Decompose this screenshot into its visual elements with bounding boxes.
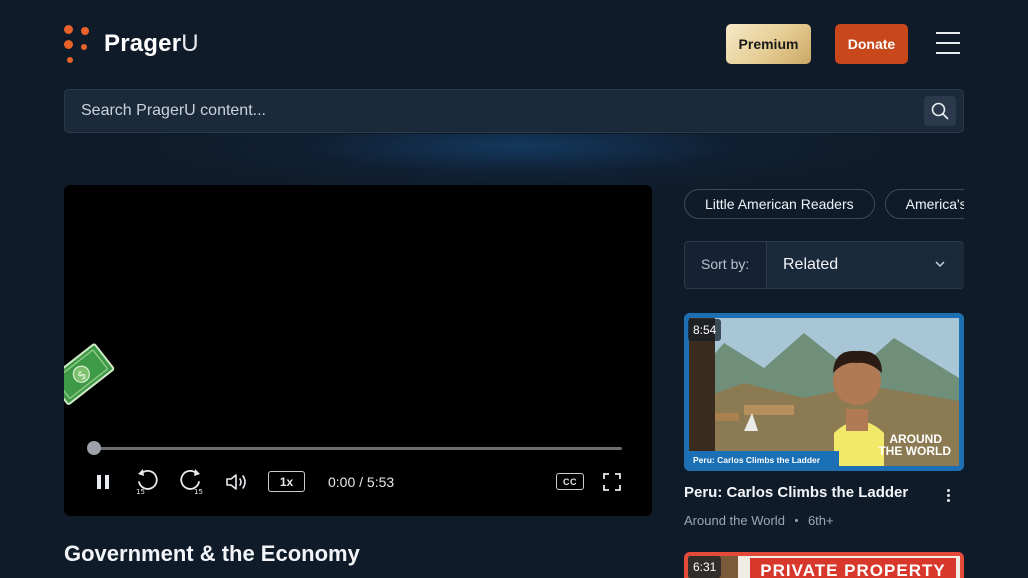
search-icon xyxy=(931,102,949,120)
thumbnail-image: Peru: Carlos Climbs the Ladder AROUND TH… xyxy=(684,313,964,471)
video-card-meta: Around the World 6th+ xyxy=(684,513,834,528)
hamburger-menu-icon[interactable] xyxy=(936,32,960,54)
sort-label: Sort by: xyxy=(701,256,750,272)
video-title: Government & the Economy xyxy=(64,541,360,566)
svg-text:15: 15 xyxy=(136,488,145,495)
progress-track[interactable] xyxy=(94,447,622,450)
captions-button[interactable]: CC xyxy=(556,473,584,490)
grade-level: 6th+ xyxy=(807,513,834,528)
thumbnail-image: PRIVATE PROPERTY xyxy=(684,552,964,578)
video-card-title[interactable]: Peru: Carlos Climbs the Ladder xyxy=(684,484,908,501)
more-options-icon[interactable] xyxy=(938,484,958,506)
chevron-down-icon xyxy=(935,261,945,268)
svg-text:THE WORLD: THE WORLD xyxy=(878,444,951,458)
premium-button[interactable]: Premium xyxy=(726,24,811,64)
sort-value: Related xyxy=(783,256,839,273)
video-player[interactable]: $ 15 15 1x 0:00 / 5:53 CC xyxy=(64,185,652,516)
donate-button[interactable]: Donate xyxy=(835,24,908,64)
duration-badge: 8:54 xyxy=(688,319,722,341)
pause-button[interactable] xyxy=(92,469,114,495)
svg-text:PRIVATE PROPERTY: PRIVATE PROPERTY xyxy=(760,561,945,578)
logo-wordmark: PragerU xyxy=(104,30,199,57)
sort-select[interactable]: Related xyxy=(766,242,964,288)
series-name: Around the World xyxy=(684,513,785,528)
chip-little-american-readers[interactable]: Little American Readers xyxy=(684,189,875,219)
time-display: 0:00 / 5:53 xyxy=(328,474,395,490)
fullscreen-button[interactable] xyxy=(602,469,622,495)
search-bar xyxy=(64,89,964,133)
prageru-dots-logo-icon xyxy=(64,24,92,64)
progress-knob[interactable] xyxy=(87,441,101,455)
prageru-logo[interactable]: PragerU xyxy=(64,24,199,64)
volume-icon xyxy=(226,474,246,490)
svg-text:15: 15 xyxy=(194,488,203,495)
video-thumbnail[interactable]: Peru: Carlos Climbs the Ladder AROUND TH… xyxy=(684,313,964,471)
forward-15-button[interactable]: 15 xyxy=(178,469,206,495)
rewind-icon: 15 xyxy=(136,469,158,495)
dollar-bill-graphic: $ xyxy=(64,343,115,405)
meta-separator xyxy=(794,519,798,522)
forward-icon: 15 xyxy=(180,469,203,495)
search-input[interactable] xyxy=(81,90,901,132)
search-button[interactable] xyxy=(924,96,956,126)
video-thumbnail[interactable]: PRIVATE PROPERTY 6:31 xyxy=(684,552,964,578)
chip-americas[interactable]: America's xyxy=(884,189,964,219)
volume-button[interactable] xyxy=(224,469,250,495)
playback-speed-button[interactable]: 1x xyxy=(268,471,305,492)
category-chips: Little American Readers America's xyxy=(684,189,964,221)
pause-icon xyxy=(97,475,109,489)
rewind-15-button[interactable]: 15 xyxy=(134,469,162,495)
fullscreen-icon xyxy=(603,473,621,491)
svg-text:Peru: Carlos Climbs the Ladder: Peru: Carlos Climbs the Ladder xyxy=(693,455,821,465)
duration-badge: 6:31 xyxy=(688,556,722,578)
sort-control: Sort by: Related xyxy=(684,241,964,289)
